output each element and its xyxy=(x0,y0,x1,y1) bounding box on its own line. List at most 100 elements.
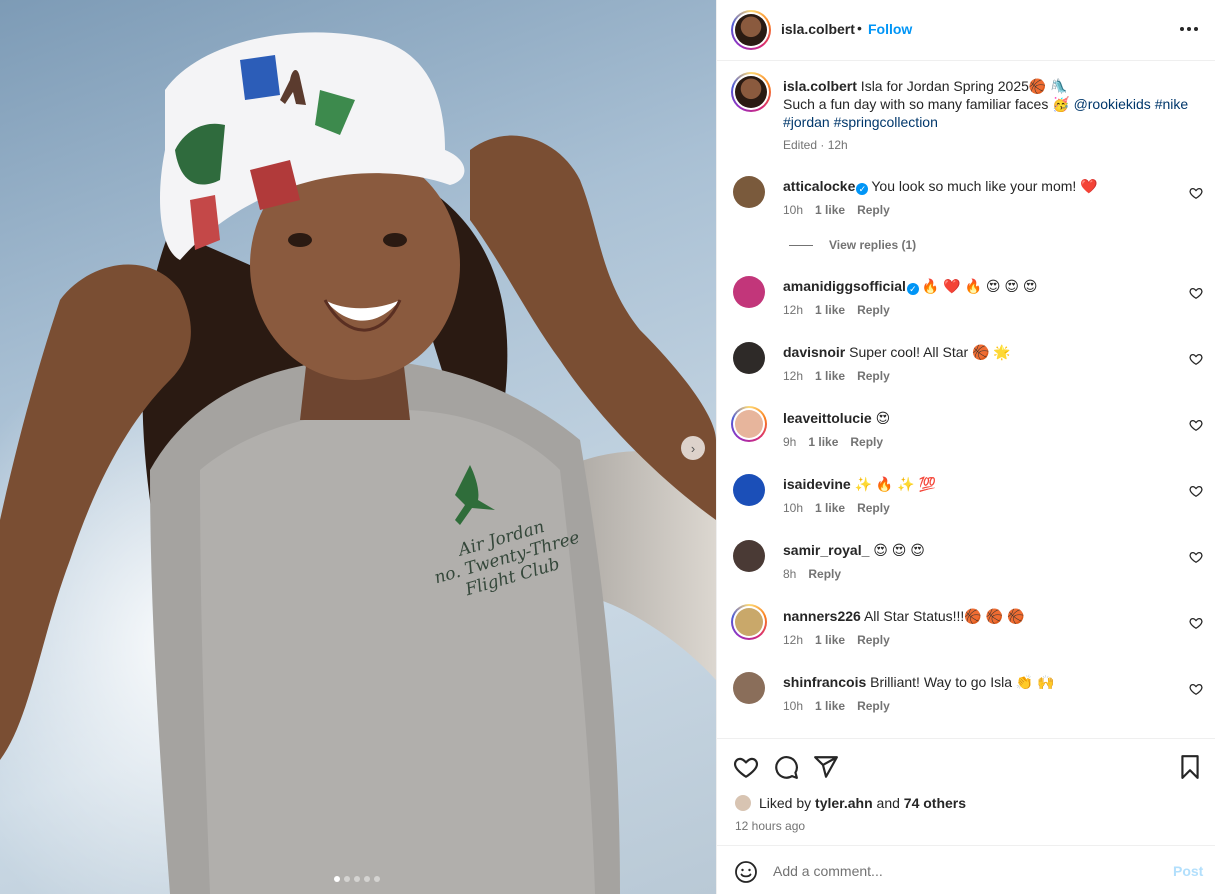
commenter-avatar[interactable] xyxy=(731,406,767,442)
comment-meta: 10h 1 like Reply xyxy=(783,699,890,713)
comment-like-heart-icon[interactable] xyxy=(1189,682,1203,696)
commenter-avatar[interactable] xyxy=(733,342,765,374)
reply-button[interactable]: Reply xyxy=(850,435,883,449)
comment-body: ✨ 🔥 ✨ 💯 xyxy=(854,476,936,492)
post-header: isla.colbert • Follow xyxy=(717,0,1215,61)
comment-item: nanners226 All Star Status!!!🏀 🏀 🏀 12h 1 l… xyxy=(717,604,1215,662)
commenter-username[interactable]: leaveittolucie xyxy=(783,410,872,426)
comment-like-heart-icon[interactable] xyxy=(1189,352,1203,366)
chevron-right-icon: › xyxy=(690,440,696,456)
hashtag-link[interactable]: #springcollection xyxy=(834,114,938,130)
comment-like-heart-icon[interactable] xyxy=(1189,418,1203,432)
liked-by-middle: and xyxy=(876,795,900,811)
view-replies-label: View replies (1) xyxy=(829,238,917,252)
comment-item: davisnoir Super cool! All Star 🏀 🌟 12h 1 l… xyxy=(717,342,1215,398)
carousel-dot-2 xyxy=(344,876,350,882)
comment-meta: 8h Reply xyxy=(783,567,841,581)
author-username[interactable]: isla.colbert xyxy=(781,21,855,37)
comment-text: leaveittolucie 😍 xyxy=(783,409,890,427)
liked-by-others-link[interactable]: 74 others xyxy=(904,795,966,811)
comment-like-count[interactable]: 1 like xyxy=(808,435,838,449)
caption-text: isla.colbert Isla for Jordan Spring 2025… xyxy=(783,77,1203,131)
commenter-avatar[interactable] xyxy=(731,604,767,640)
verified-badge-icon: ✓ xyxy=(906,283,919,295)
liked-by-prefix: Liked by xyxy=(759,795,812,811)
comment-time: 10h xyxy=(783,699,804,713)
comment-body: Brilliant! Way to go Isla 👏 🙌 xyxy=(870,674,1055,690)
more-horizontal-icon xyxy=(1180,27,1198,31)
commenter-username[interactable]: atticalocke xyxy=(783,178,855,194)
comment-bubble-icon[interactable] xyxy=(773,754,799,780)
comment-text: atticalocke ✓ You look so much like your m… xyxy=(783,177,1098,195)
like-heart-icon[interactable] xyxy=(733,754,759,780)
comment-time: 10h xyxy=(783,501,804,515)
view-replies-button[interactable]: View replies (1) xyxy=(789,238,916,252)
commenter-username[interactable]: shinfrancois xyxy=(783,674,866,690)
emoji-smiley-icon[interactable] xyxy=(734,860,758,884)
post-comment-button[interactable]: Post xyxy=(1173,863,1203,879)
comment-like-count[interactable]: 1 like xyxy=(815,501,845,515)
commenter-username[interactable]: amanidiggsofficial xyxy=(783,278,906,294)
comment-body: 🔥 ❤️ 🔥 😍 😍 😍 xyxy=(921,278,1038,294)
liker-avatar[interactable] xyxy=(735,795,751,811)
reply-button[interactable]: Reply xyxy=(857,699,890,713)
commenter-username[interactable]: nanners226 xyxy=(783,608,861,624)
commenter-avatar[interactable] xyxy=(733,672,765,704)
reply-button[interactable]: Reply xyxy=(857,633,890,647)
comment-like-heart-icon[interactable] xyxy=(1189,616,1203,630)
comment-like-heart-icon[interactable] xyxy=(1189,484,1203,498)
comment-body: You look so much like your mom! ❤️ xyxy=(871,178,1098,194)
commenter-avatar[interactable] xyxy=(733,540,765,572)
comment-text: amanidiggsofficial ✓ 🔥 ❤️ 🔥 😍 😍 😍 xyxy=(783,277,1037,295)
hashtag-link[interactable]: #nike xyxy=(1155,96,1188,112)
caption-line-1: Isla for Jordan Spring 2025🏀 🛝 xyxy=(856,78,1068,94)
comment-meta: 9h 1 like Reply xyxy=(783,435,883,449)
reply-button[interactable]: Reply xyxy=(857,501,890,515)
liked-by-user-link[interactable]: tyler.ahn xyxy=(815,795,873,811)
post-actions: Liked by tyler.ahn and 74 others 12 hour… xyxy=(717,738,1215,844)
caption-line-2: Such a fun day with so many familiar fac… xyxy=(783,96,1074,112)
comment-item: shinfrancois Brilliant! Way to go Isla 👏… xyxy=(717,672,1215,728)
reply-button[interactable]: Reply xyxy=(808,567,841,581)
comment-like-count[interactable]: 1 like xyxy=(815,303,845,317)
share-paper-plane-icon[interactable] xyxy=(813,754,839,780)
caption-meta: Edited · 12h xyxy=(783,138,848,152)
liked-by-summary: Liked by tyler.ahn and 74 others xyxy=(735,795,966,811)
comment-item: samir_royal_ 😍 😍 😍 8h Reply xyxy=(717,540,1215,596)
caption-author-avatar[interactable] xyxy=(731,72,771,112)
author-avatar[interactable] xyxy=(731,10,771,50)
post-photo[interactable]: Air Jordan no. Twenty-Three Flight Club … xyxy=(0,0,716,894)
comment-like-count[interactable]: 1 like xyxy=(815,203,845,217)
comment-like-count[interactable]: 1 like xyxy=(815,369,845,383)
comment-like-heart-icon[interactable] xyxy=(1189,186,1203,200)
comment-body: Super cool! All Star 🏀 🌟 xyxy=(849,344,1011,360)
comment-like-count[interactable]: 1 like xyxy=(815,633,845,647)
add-comment-input[interactable] xyxy=(773,860,1153,882)
add-comment-bar: Post xyxy=(717,845,1215,894)
reply-button[interactable]: Reply xyxy=(857,203,890,217)
commenter-avatar[interactable] xyxy=(733,276,765,308)
reply-button[interactable]: Reply xyxy=(857,369,890,383)
mention-link[interactable]: @rookiekids xyxy=(1074,96,1151,112)
comment-like-count[interactable]: 1 like xyxy=(815,699,845,713)
commenter-username[interactable]: davisnoir xyxy=(783,344,845,360)
comment-text: davisnoir Super cool! All Star 🏀 🌟 xyxy=(783,343,1011,361)
commenter-avatar[interactable] xyxy=(733,474,765,506)
comment-time: 9h xyxy=(783,435,797,449)
comment-item: amanidiggsofficial ✓ 🔥 ❤️ 🔥 😍 😍 😍 12h 1 like… xyxy=(717,276,1215,332)
commenter-username[interactable]: samir_royal_ xyxy=(783,542,869,558)
hashtag-link[interactable]: #jordan xyxy=(783,114,830,130)
caption-username[interactable]: isla.colbert xyxy=(783,78,857,94)
reply-button[interactable]: Reply xyxy=(857,303,890,317)
follow-button[interactable]: Follow xyxy=(868,21,912,37)
comment-meta: 12h 1 like Reply xyxy=(783,633,890,647)
next-photo-button[interactable]: › xyxy=(681,436,705,460)
more-options-button[interactable] xyxy=(1178,18,1200,40)
save-bookmark-icon[interactable] xyxy=(1177,754,1203,780)
comment-text: isaidevine ✨ 🔥 ✨ 💯 xyxy=(783,475,936,493)
comment-like-heart-icon[interactable] xyxy=(1189,550,1203,564)
comment-text: nanners226 All Star Status!!!🏀 🏀 🏀 xyxy=(783,607,1024,625)
commenter-avatar[interactable] xyxy=(733,176,765,208)
comment-like-heart-icon[interactable] xyxy=(1189,286,1203,300)
commenter-username[interactable]: isaidevine xyxy=(783,476,851,492)
